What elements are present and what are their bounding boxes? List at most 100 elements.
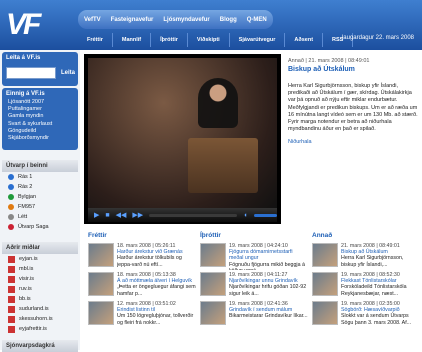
site-icon [8, 255, 15, 263]
site-logo[interactable]: VF [6, 5, 48, 45]
media-link[interactable]: skessuhorn.is [2, 314, 78, 324]
media-link[interactable]: eyjan.is [2, 254, 78, 264]
thumbnail[interactable] [200, 272, 226, 296]
video-frame[interactable] [88, 58, 277, 208]
site-header: VF VefTV Fasteignavefur Ljósmyndavefur B… [0, 0, 422, 50]
vf-link[interactable]: Ljósanótt 2007 [2, 99, 78, 106]
thumbnail[interactable] [200, 243, 226, 267]
search-label: Leita á VF.is [6, 55, 41, 61]
vf-link[interactable]: Svart & sykurlaust [2, 121, 78, 128]
news-item[interactable]: 12. mars 2008 | 03:51:02 Erindist listinn… [88, 301, 196, 328]
radio-item[interactable]: Útvarp Saga [2, 222, 78, 232]
news-item[interactable]: 19. mars 2008 | 08:52:30 Flekkast Tónlist… [312, 272, 420, 299]
thumbnail[interactable] [312, 243, 338, 267]
vf-link[interactable]: Gamla myndin [2, 113, 78, 120]
news-item[interactable]: 19. mars 2008 | 02:41:36 Grindavík í send… [200, 301, 308, 328]
site-icon [8, 295, 15, 303]
radio-icon [8, 204, 14, 210]
nav-vidskipti[interactable]: Viðskipti [188, 33, 230, 47]
site-icon [8, 265, 15, 273]
news-column: Fréttir 18. mars 2008 | 05:26:11 Harður á… [88, 232, 196, 328]
media-link[interactable]: bb.is [2, 294, 78, 304]
other-column: Annað 21. mars 2008 | 08:49:01 Biskup að … [312, 232, 420, 328]
thumbnail[interactable] [88, 243, 114, 267]
news-snippet: Fögnuðu fjögurra mikið beggja á köllun u… [229, 261, 305, 270]
also-on-vf-box: Einnig á VF.is Ljósanótt 2007 Puttalinga… [2, 88, 78, 150]
radio-item[interactable]: FM957 [2, 202, 78, 212]
vf-link[interactable]: Göngudeild [2, 128, 78, 135]
topnav-veftv[interactable]: VefTV [84, 17, 101, 23]
article-timestamp: Annað | 21. mars 2008 | 08:49:01 [288, 58, 370, 64]
news-snippet: Bikarmeistarar Grindavíkur líkar... [229, 313, 308, 320]
video-controls: ▶ ■ ◀◀ ▶▶ ◖ [88, 208, 277, 222]
column-header[interactable]: Fréttir [88, 232, 196, 241]
thumbnail[interactable] [312, 301, 338, 325]
news-item[interactable]: 19. mars 2008 | 04:11:27 Njarðvíkingar un… [200, 272, 308, 299]
topnav-blogg[interactable]: Blogg [220, 17, 237, 23]
news-snippet: Forskóladeild Tónlistarskóla Reykjanesbæ… [341, 284, 407, 297]
news-item[interactable]: 18. mars 2008 | 05:26:11 Harður árekstur … [88, 243, 196, 270]
volume-slider[interactable] [253, 213, 277, 217]
media-link[interactable]: eyjafrettir.is [2, 324, 78, 334]
progress-bar[interactable] [149, 213, 238, 217]
news-snippet: Njarðvíkingar hrifu góðan 102-92 sigur l… [229, 284, 307, 297]
tv-schedule-title[interactable]: Sjónvarpsdagkrá [2, 340, 78, 352]
media-link[interactable]: sudurland.is [2, 304, 78, 314]
vf-link[interactable]: Skjáborðsmyndir [2, 135, 78, 142]
forward-icon[interactable]: ▶▶ [132, 211, 143, 219]
pulpit [188, 138, 258, 193]
news-item[interactable]: 19. mars 2008 | 04:24:10 Fjögurra dómarni… [200, 243, 308, 270]
media-link[interactable]: ruv.is [2, 284, 78, 294]
volume-icon[interactable]: ◖ [243, 212, 247, 219]
search-input[interactable] [6, 67, 56, 79]
current-date: laugardagur 22. mars 2008 [341, 35, 414, 41]
nav-frettir[interactable]: Fréttir [78, 33, 113, 47]
thumbnail[interactable] [312, 272, 338, 296]
download-link[interactable]: Niðurhala [288, 139, 418, 145]
site-icon [8, 325, 15, 333]
news-snippet: Um 150 lögregluþjónar, tollverðir og fle… [117, 313, 194, 326]
news-item[interactable]: 18. mars 2008 | 05:13:38 Á að móttmæla ál… [88, 272, 196, 299]
main-nav: Fréttir Mannlíf Íþróttir Viðskipti Sjáva… [78, 33, 354, 47]
column-header[interactable]: Íþróttir [200, 232, 308, 241]
news-item[interactable]: 19. mars 2008 | 02:35:00 Sögbörð: Hæsavíð… [312, 301, 420, 328]
column-header[interactable]: Annað [312, 232, 420, 241]
media-link[interactable]: visir.is [2, 274, 78, 284]
search-button[interactable]: Leita [59, 67, 77, 79]
topnav-fasteignavefur[interactable]: Fasteignavefur [111, 17, 154, 23]
article-title[interactable]: Biskup að Útskálum [288, 66, 418, 73]
stop-icon[interactable]: ■ [105, 212, 109, 219]
featured-article: Annað | 21. mars 2008 | 08:49:01 Biskup … [288, 58, 418, 228]
top-nav: VefTV Fasteignavefur Ljósmyndavefur Blog… [78, 10, 273, 29]
news-title[interactable]: Fjögurra dómarnirnetsstarfi meðal ungur [229, 249, 308, 261]
vf-link[interactable]: Puttalingamer [2, 106, 78, 113]
thumbnail[interactable] [88, 272, 114, 296]
news-snippet: „Þetta er öngegluegur áfangi sem hamfar … [117, 284, 196, 297]
other-media-title: Aðrir miðlar [2, 242, 78, 254]
thumbnail[interactable] [200, 301, 226, 325]
nav-sjavarutvegur[interactable]: Sjávarútvegur [230, 33, 286, 47]
radio-item[interactable]: Létt [2, 212, 78, 222]
nav-mannlif[interactable]: Mannlíf [113, 33, 152, 47]
radio-icon [8, 224, 14, 230]
radio-item[interactable]: Rás 2 [2, 182, 78, 192]
thumbnail[interactable] [88, 301, 114, 325]
nav-adsent[interactable]: Aðsent [285, 33, 324, 47]
radio-title: Útvarp í beinni [2, 160, 78, 172]
speaker [198, 78, 238, 128]
radio-box: Útvarp í beinni Rás 1 Rás 2 Bylgjan FM95… [2, 160, 78, 232]
search-box: Leita á VF.is Leita [2, 52, 78, 86]
also-on-vf-title: Einnig á VF.is [6, 91, 45, 97]
play-icon[interactable]: ▶ [94, 211, 99, 219]
radio-item[interactable]: Rás 1 [2, 172, 78, 182]
news-snippet: Herra Karl Sigurbjörnsson, biskup yfir Í… [341, 255, 404, 268]
nav-ithrottir[interactable]: Íþróttir [151, 33, 188, 47]
media-link[interactable]: mbl.is [2, 264, 78, 274]
news-item[interactable]: 21. mars 2008 | 08:49:01 Biskup að Útskál… [312, 243, 420, 270]
radio-item[interactable]: Bylgjan [2, 192, 78, 202]
topnav-ljosmyndavefur[interactable]: Ljósmyndavefur [163, 17, 209, 23]
radio-icon [8, 194, 14, 200]
rewind-icon[interactable]: ◀◀ [116, 211, 127, 219]
site-icon [8, 275, 15, 283]
topnav-qmen[interactable]: Q-MEN [247, 17, 267, 23]
